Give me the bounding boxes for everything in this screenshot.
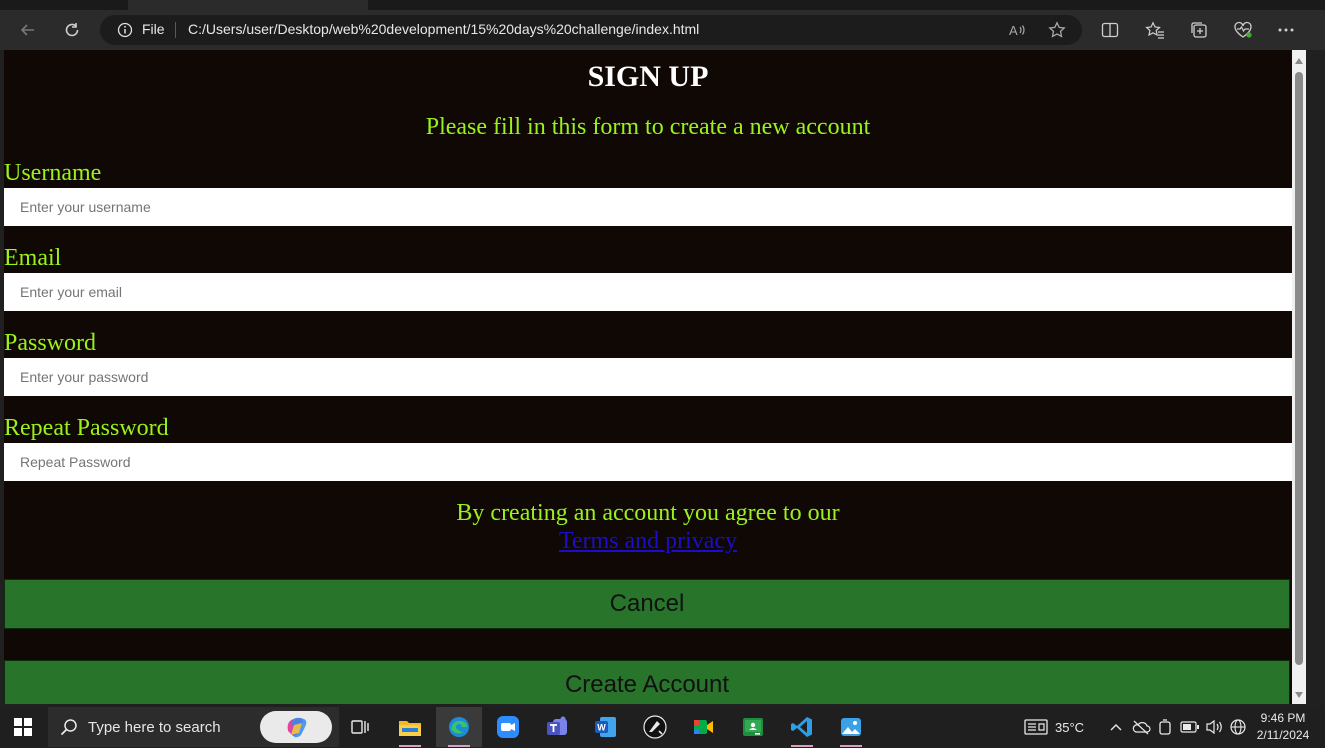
info-icon[interactable] (117, 22, 133, 43)
language-globe-icon[interactable] (1229, 707, 1247, 747)
file-explorer-icon[interactable] (387, 707, 433, 747)
address-bar[interactable]: File C:/Users/user/Desktop/web%20develop… (100, 15, 1082, 45)
svg-text:W: W (597, 723, 606, 733)
agreement-text: By creating an account you agree to our (456, 500, 840, 526)
show-hidden-icons-icon[interactable] (1109, 707, 1123, 747)
word-icon[interactable]: W (583, 707, 629, 747)
windows-start-icon[interactable] (0, 707, 46, 747)
tab-strip (0, 0, 1325, 10)
browser-essentials-icon[interactable] (1227, 16, 1259, 44)
create-account-button[interactable]: Create Account (4, 660, 1290, 704)
search-placeholder: Type here to search (88, 719, 221, 736)
search-icon (60, 718, 78, 741)
weather-temperature: 35°C (1055, 719, 1085, 735)
refresh-icon[interactable] (56, 16, 88, 44)
repeat-password-input[interactable] (4, 443, 1292, 481)
meet-icon[interactable] (681, 707, 727, 747)
password-label: Password (4, 330, 97, 356)
clock-date: 2/11/2024 (1256, 728, 1310, 742)
svg-text:A: A (1009, 23, 1018, 38)
weather-widget[interactable]: 35°C (1024, 707, 1084, 747)
onedrive-off-icon[interactable] (1131, 707, 1151, 747)
cancel-button[interactable]: Cancel (4, 579, 1290, 629)
split-screen-icon[interactable] (1094, 16, 1126, 44)
browser-toolbar: File C:/Users/user/Desktop/web%20develop… (0, 10, 1325, 50)
vscode-icon[interactable] (779, 707, 825, 747)
weather-icon (1024, 719, 1048, 735)
favorite-star-icon[interactable] (1047, 20, 1067, 40)
username-label: Username (4, 160, 102, 186)
task-view-icon[interactable] (337, 707, 383, 747)
favorites-icon[interactable] (1139, 16, 1171, 44)
username-input[interactable] (4, 188, 1292, 226)
photos-icon[interactable] (828, 707, 874, 747)
clock-time: 9:46 PM (1260, 711, 1306, 725)
meet-now-icon[interactable] (1157, 707, 1173, 747)
collections-icon[interactable] (1183, 16, 1215, 44)
edge-browser-icon[interactable] (436, 707, 482, 747)
url-text[interactable]: C:/Users/user/Desktop/web%20development/… (188, 21, 699, 37)
google-classroom-icon[interactable] (730, 707, 776, 747)
scheme-label: File (142, 21, 165, 37)
page-title: SIGN UP (587, 60, 709, 93)
email-input[interactable] (4, 273, 1292, 311)
scrollbar-thumb[interactable] (1295, 72, 1303, 665)
zoom-icon[interactable] (485, 707, 531, 747)
repeat-password-label: Repeat Password (4, 415, 169, 441)
read-aloud-icon[interactable]: A (1007, 20, 1027, 40)
inkscape-icon[interactable] (632, 707, 678, 747)
window-edge (1306, 50, 1325, 704)
terms-link[interactable]: Terms and privacy (559, 528, 737, 554)
teams-icon[interactable] (534, 707, 580, 747)
scroll-down-arrow-icon[interactable] (1295, 692, 1303, 698)
taskbar-search-box[interactable]: Type here to search (48, 707, 339, 747)
address-divider (175, 22, 176, 38)
volume-icon[interactable] (1205, 707, 1223, 747)
scroll-up-arrow-icon[interactable] (1295, 58, 1303, 64)
battery-icon[interactable] (1180, 707, 1200, 747)
taskbar-clock[interactable]: 9:46 PM 2/11/2024 (1248, 710, 1318, 744)
more-menu-icon[interactable] (1270, 16, 1302, 44)
email-label: Email (4, 245, 62, 271)
page-scrollbar[interactable] (1292, 50, 1306, 704)
copilot-icon[interactable] (260, 711, 332, 743)
taskbar: Type here to search W 35°C 9:46 PM 2/11/… (0, 707, 1325, 747)
terms-line: Terms and privacy (4, 527, 1292, 555)
active-tab[interactable] (128, 0, 368, 10)
page-viewport: SIGN UP Please fill in this form to crea… (4, 50, 1292, 704)
page-subtitle: Please fill in this form to create a new… (425, 114, 871, 140)
back-icon[interactable] (12, 16, 44, 44)
password-input[interactable] (4, 358, 1292, 396)
